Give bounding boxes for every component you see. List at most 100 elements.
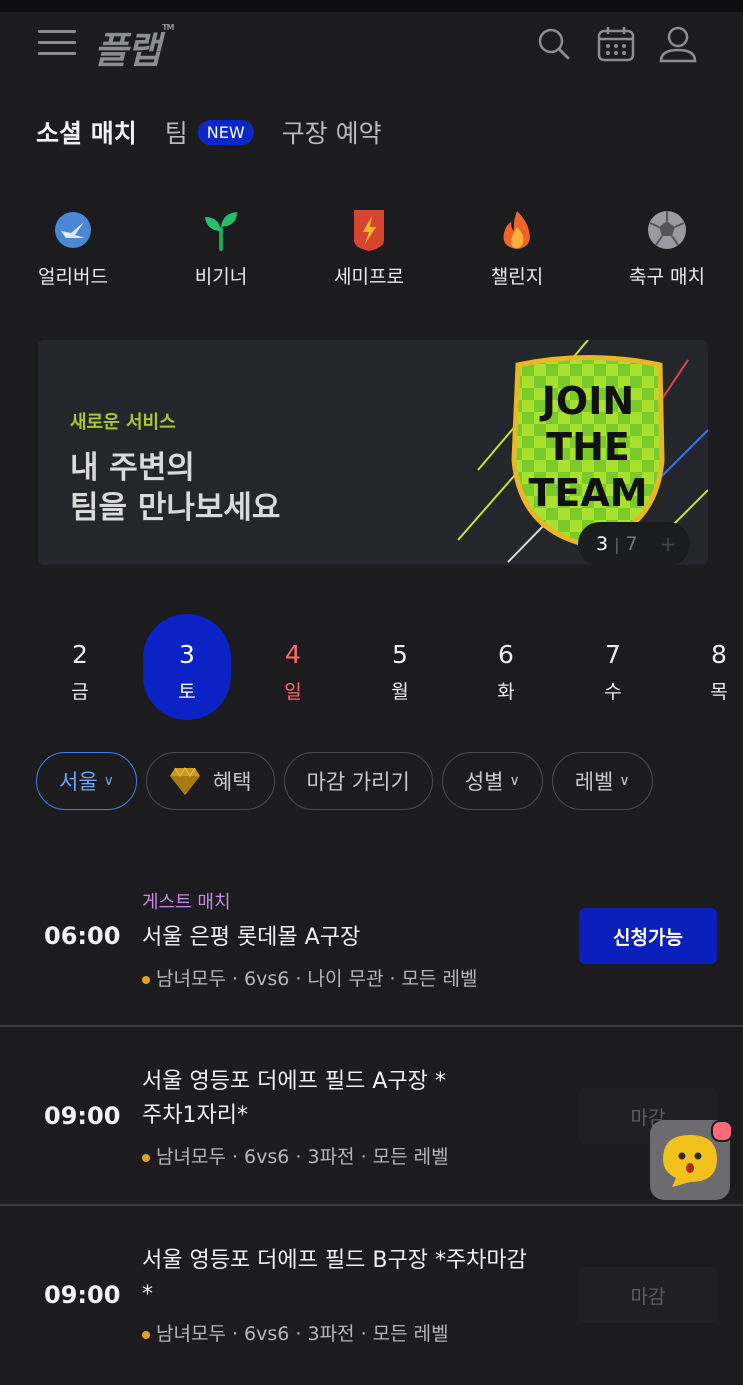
top-header: 플랩TM bbox=[0, 12, 743, 78]
notification-dot bbox=[711, 1120, 733, 1142]
date-selector: 2금 3토 4일 5월 6화 7수 8목 bbox=[0, 614, 743, 724]
shield-bolt-icon bbox=[349, 208, 389, 252]
tab-label: 소셜 매치 bbox=[36, 119, 137, 148]
category-label: 비기너 bbox=[194, 266, 248, 288]
match-title-line2: 주차1자리* bbox=[142, 1103, 248, 1128]
chip-label: 성별 bbox=[464, 770, 504, 794]
level-filter[interactable]: 레벨 ∨ bbox=[551, 752, 653, 810]
match-list-item[interactable]: 09:00 서울 영등포 더에프 필드 A구장 * 주차1자리* 남녀모두 · … bbox=[0, 1028, 743, 1206]
hide-closed-filter[interactable]: 마감 가리기 bbox=[283, 752, 433, 810]
pager-total: 7 bbox=[625, 533, 638, 555]
menu-icon[interactable] bbox=[38, 30, 76, 58]
region-filter[interactable]: 서울 ∨ bbox=[36, 752, 137, 810]
guest-match-tag: 게스트 매치 bbox=[142, 892, 231, 913]
match-title-line1: 서울 영등포 더에프 필드 A구장 * bbox=[142, 1069, 446, 1094]
tab-label: 구장 예약 bbox=[281, 119, 382, 148]
date-item-selected[interactable]: 3토 bbox=[143, 614, 231, 720]
banner-headline: 내 주변의 팀을 만나보세요 bbox=[70, 450, 281, 526]
divider bbox=[0, 1204, 743, 1206]
date-weekday: 토 bbox=[178, 681, 196, 703]
match-list-item[interactable]: 06:00 게스트 매치 서울 은평 롯데몰 A구장 남녀모두 · 6vs6 ·… bbox=[0, 850, 743, 1028]
date-day: 4 bbox=[285, 640, 301, 669]
diamond-icon bbox=[169, 766, 201, 796]
category-semipro[interactable]: 세미프로 bbox=[299, 208, 439, 289]
match-meta: 남녀모두 · 6vs6 · 나이 무관 · 모든 레벨 bbox=[142, 964, 478, 991]
tab-field-booking[interactable]: 구장 예약 bbox=[282, 114, 382, 150]
category-row: 얼리버드 비기너 세미프로 챌린지 축구 매치 bbox=[0, 208, 743, 298]
sprout-icon bbox=[201, 208, 241, 252]
plus-icon[interactable]: + bbox=[660, 532, 677, 556]
date-day: 5 bbox=[392, 640, 408, 669]
tab-team[interactable]: 팀 NEW bbox=[165, 114, 254, 150]
plab-logo[interactable]: 플랩TM bbox=[94, 20, 175, 74]
banner-pager[interactable]: 3 | 7 + bbox=[578, 522, 690, 565]
emblem-text-team: TEAM bbox=[528, 471, 647, 515]
status-dot bbox=[142, 1153, 150, 1162]
date-day: 6 bbox=[498, 640, 514, 669]
chatbot-button[interactable] bbox=[650, 1120, 733, 1200]
chip-label: 레벨 bbox=[574, 770, 614, 794]
status-dot bbox=[142, 975, 150, 984]
date-weekday: 금 bbox=[71, 681, 89, 703]
category-challenge[interactable]: 챌린지 bbox=[447, 208, 587, 289]
gender-filter[interactable]: 성별 ∨ bbox=[441, 752, 543, 810]
date-weekday: 목 bbox=[710, 681, 728, 703]
chip-label: 마감 가리기 bbox=[306, 770, 410, 794]
pager-current: 3 bbox=[596, 533, 609, 555]
soccer-ball-icon bbox=[647, 208, 687, 252]
date-day: 8 bbox=[711, 640, 727, 669]
match-title-line2: * bbox=[142, 1282, 153, 1307]
tab-social-match[interactable]: 소셜 매치 bbox=[36, 114, 137, 150]
date-item[interactable]: 7수 bbox=[569, 614, 657, 720]
pager-separator: | bbox=[614, 534, 620, 554]
chip-label: 서울 bbox=[59, 770, 98, 794]
date-weekday: 수 bbox=[604, 681, 622, 703]
date-day: 3 bbox=[179, 640, 195, 669]
chip-label: 혜택 bbox=[212, 770, 252, 794]
date-item[interactable]: 8목 bbox=[675, 614, 743, 720]
category-earlybird[interactable]: 얼리버드 bbox=[3, 208, 143, 289]
fire-icon bbox=[497, 208, 537, 252]
category-soccer-match[interactable]: 축구 매치 bbox=[597, 208, 737, 289]
date-weekday: 일 bbox=[284, 681, 302, 703]
match-time: 06:00 bbox=[44, 922, 121, 950]
new-badge: NEW bbox=[197, 119, 254, 145]
emblem-text-join: JOIN bbox=[539, 379, 634, 423]
date-item-sunday[interactable]: 4일 bbox=[249, 614, 337, 720]
date-item[interactable]: 6화 bbox=[462, 614, 550, 720]
user-icon[interactable] bbox=[658, 24, 698, 64]
category-label: 축구 매치 bbox=[629, 266, 705, 288]
match-meta-text: 남녀모두 · 6vs6 · 나이 무관 · 모든 레벨 bbox=[156, 968, 478, 990]
match-list-item[interactable]: 09:00 서울 영등포 더에프 필드 B구장 *주차마감 * 남녀모두 · 6… bbox=[0, 1207, 743, 1385]
calendar-icon[interactable] bbox=[596, 24, 636, 64]
divider bbox=[0, 1025, 743, 1027]
earlybird-icon bbox=[53, 208, 93, 252]
date-day: 7 bbox=[605, 640, 621, 669]
match-meta: 남녀모두 · 6vs6 · 3파전 · 모든 레벨 bbox=[142, 1319, 449, 1346]
match-title: 서울 은평 롯데몰 A구장 bbox=[142, 925, 361, 950]
match-time: 09:00 bbox=[44, 1102, 121, 1130]
logo-text: 플랩 bbox=[94, 29, 161, 72]
date-day: 2 bbox=[72, 640, 88, 669]
match-meta-text: 남녀모두 · 6vs6 · 3파전 · 모든 레벨 bbox=[156, 1146, 449, 1168]
match-time: 09:00 bbox=[44, 1281, 121, 1309]
main-tabs: 소셜 매치 팀 NEW 구장 예약 bbox=[36, 112, 410, 152]
category-label: 세미프로 bbox=[334, 266, 404, 288]
date-item[interactable]: 2금 bbox=[36, 614, 124, 720]
promo-banner[interactable]: 새로운 서비스 내 주변의 팀을 만나보세요 JOIN THE TEAM 3 |… bbox=[38, 340, 708, 565]
apply-button[interactable]: 신청가능 bbox=[579, 908, 717, 964]
filter-bar: 서울 ∨ 혜택 마감 가리기 성별 ∨ 레벨 ∨ bbox=[36, 752, 662, 812]
date-item[interactable]: 5월 bbox=[356, 614, 444, 720]
date-weekday: 화 bbox=[497, 681, 515, 703]
category-label: 얼리버드 bbox=[38, 266, 108, 288]
category-beginner[interactable]: 비기너 bbox=[151, 208, 291, 289]
chevron-down-icon: ∨ bbox=[103, 773, 114, 789]
category-label: 챌린지 bbox=[490, 266, 544, 288]
search-icon[interactable] bbox=[534, 24, 574, 64]
tab-label: 팀 bbox=[164, 119, 188, 148]
benefit-filter[interactable]: 혜택 bbox=[145, 752, 275, 810]
closed-status: 마감 bbox=[579, 1267, 717, 1323]
match-meta-text: 남녀모두 · 6vs6 · 3파전 · 모든 레벨 bbox=[156, 1323, 449, 1345]
match-title-line1: 서울 영등포 더에프 필드 B구장 *주차마감 bbox=[142, 1248, 527, 1273]
logo-trademark: TM bbox=[162, 22, 174, 32]
